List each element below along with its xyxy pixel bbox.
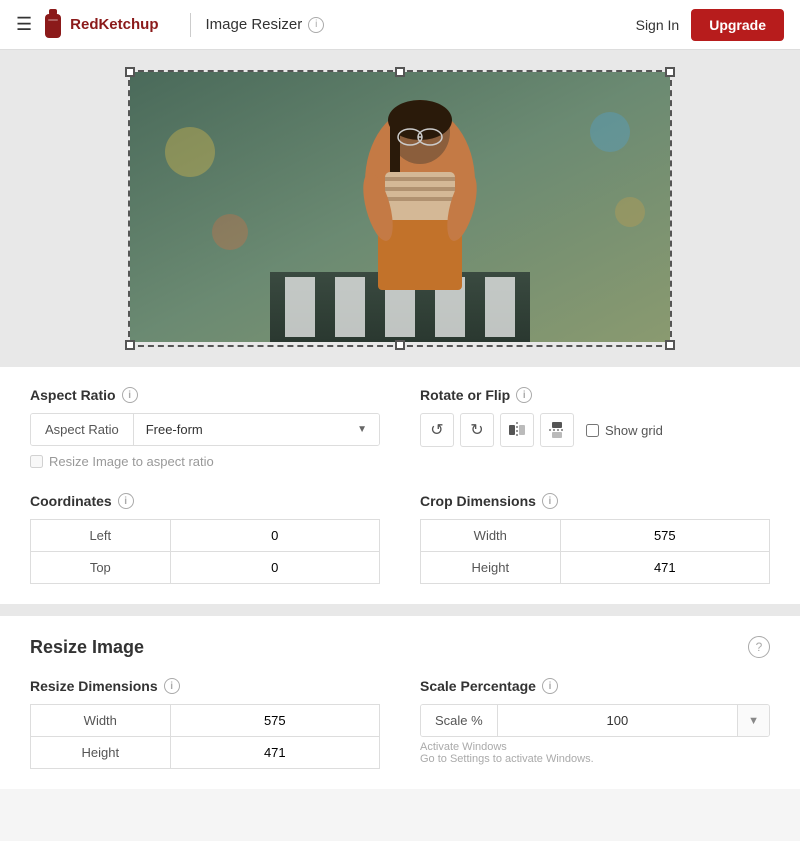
resize-header: Resize Image ? xyxy=(30,636,770,658)
bottle-icon xyxy=(42,9,64,41)
flip-h-icon xyxy=(508,421,526,439)
resize-height-input[interactable] xyxy=(183,745,367,760)
resize-title: Resize Image xyxy=(30,637,144,658)
left-input[interactable] xyxy=(183,528,367,543)
crop-dimensions-table: Width Height xyxy=(420,519,770,584)
rotate-left-button[interactable]: ↺ xyxy=(420,413,454,447)
brand-name: RedKetchup xyxy=(70,16,158,33)
scale-row: Scale % 100 ▼ xyxy=(420,704,770,737)
app-title: Image Resizer xyxy=(205,16,302,33)
rotate-right-button[interactable]: ↻ xyxy=(460,413,494,447)
resize-help-icon[interactable]: ? xyxy=(748,636,770,658)
resize-controls-row: Resize Dimensions i Width Height xyxy=(30,678,770,769)
scale-dropdown-arrow-icon: ▼ xyxy=(748,715,759,727)
scale-value-cell[interactable]: 100 xyxy=(498,705,737,736)
signin-button[interactable]: Sign In xyxy=(636,17,680,33)
flip-v-icon xyxy=(548,421,566,439)
top-value-cell[interactable] xyxy=(170,552,379,584)
scale-percentage-group: Scale Percentage i Scale % 100 ▼ Activat… xyxy=(420,678,770,769)
left-label: Left xyxy=(31,520,171,552)
aspect-ratio-label: Aspect Ratio i xyxy=(30,387,380,403)
aspect-ratio-cell-label: Aspect Ratio xyxy=(31,414,134,445)
flip-vertical-button[interactable] xyxy=(540,413,574,447)
left-row: Left xyxy=(31,520,380,552)
resize-width-value-cell[interactable] xyxy=(170,705,379,737)
coordinates-info-icon[interactable]: i xyxy=(118,493,134,509)
coordinates-group: Coordinates i Left Top xyxy=(30,493,380,584)
dropdown-arrow-icon: ▼ xyxy=(357,424,367,435)
resize-height-label: Height xyxy=(31,737,171,769)
resize-dimensions-info-icon[interactable]: i xyxy=(164,678,180,694)
rotate-flip-info-icon[interactable]: i xyxy=(516,387,532,403)
main-image xyxy=(130,72,670,342)
crop-height-input[interactable] xyxy=(573,560,757,575)
handle-top-mid[interactable] xyxy=(395,67,405,77)
brand-logo: RedKetchup xyxy=(42,9,158,41)
show-grid-row: Show grid xyxy=(586,423,663,438)
rotate-left-icon: ↺ xyxy=(430,420,443,440)
image-container[interactable] xyxy=(128,70,672,347)
scale-dropdown[interactable]: ▼ xyxy=(737,705,769,736)
crop-width-row: Width xyxy=(421,520,770,552)
aspect-ratio-group: Aspect Ratio i Aspect Ratio Free-form ▼ … xyxy=(30,387,380,469)
resize-width-row: Width xyxy=(31,705,380,737)
coordinates-label: Coordinates i xyxy=(30,493,380,509)
menu-icon[interactable]: ☰ xyxy=(16,14,32,35)
left-value-cell[interactable] xyxy=(170,520,379,552)
watermark-text: Activate WindowsGo to Settings to activa… xyxy=(420,741,770,765)
handle-bottom-left[interactable] xyxy=(125,340,135,350)
handle-bottom-right[interactable] xyxy=(665,340,675,350)
top-row: Top xyxy=(31,552,380,584)
crop-height-value-cell[interactable] xyxy=(560,552,769,584)
section-divider xyxy=(0,604,800,616)
resize-height-row: Height xyxy=(31,737,380,769)
crop-dimensions-info-icon[interactable]: i xyxy=(542,493,558,509)
bottom-controls-row: Coordinates i Left Top xyxy=(30,493,770,584)
title-info-icon[interactable]: i xyxy=(308,17,324,33)
aspect-ratio-info-icon[interactable]: i xyxy=(122,387,138,403)
rotate-right-icon: ↻ xyxy=(470,420,483,440)
resize-width-label: Width xyxy=(31,705,171,737)
aspect-ratio-selector: Aspect Ratio Free-form ▼ xyxy=(30,413,380,446)
resize-section: Resize Image ? Resize Dimensions i Width… xyxy=(0,616,800,789)
coordinates-table: Left Top xyxy=(30,519,380,584)
controls-section: Aspect Ratio i Aspect Ratio Free-form ▼ … xyxy=(0,367,800,604)
crop-width-value-cell[interactable] xyxy=(560,520,769,552)
crop-height-label: Height xyxy=(421,552,561,584)
app-header: ☰ RedKetchup Image Resizer i Sign In Upg… xyxy=(0,0,800,50)
rotate-flip-controls: ↺ ↻ xyxy=(420,413,770,447)
crop-width-label: Width xyxy=(421,520,561,552)
handle-bottom-mid[interactable] xyxy=(395,340,405,350)
scale-cell-label: Scale % xyxy=(421,705,498,736)
rotate-flip-label: Rotate or Flip i xyxy=(420,387,770,403)
scale-info-icon[interactable]: i xyxy=(542,678,558,694)
show-grid-checkbox[interactable] xyxy=(586,424,599,437)
aspect-ratio-dropdown[interactable]: Free-form ▼ xyxy=(134,414,379,445)
header-divider xyxy=(190,13,191,37)
resize-dimensions-table: Width Height xyxy=(30,704,380,769)
handle-top-right[interactable] xyxy=(665,67,675,77)
flip-horizontal-button[interactable] xyxy=(500,413,534,447)
rotate-flip-group: Rotate or Flip i ↺ ↻ xyxy=(420,387,770,469)
resize-width-input[interactable] xyxy=(183,713,367,728)
resize-to-aspect-checkbox[interactable] xyxy=(30,455,43,468)
upgrade-button[interactable]: Upgrade xyxy=(691,9,784,41)
resize-dimensions-group: Resize Dimensions i Width Height xyxy=(30,678,380,769)
crop-dimensions-group: Crop Dimensions i Width Height xyxy=(420,493,770,584)
header-actions: Sign In Upgrade xyxy=(636,9,784,41)
app-title-area: Image Resizer i xyxy=(205,16,324,33)
resize-dimensions-label: Resize Dimensions i xyxy=(30,678,380,694)
resize-height-value-cell[interactable] xyxy=(170,737,379,769)
top-controls-row: Aspect Ratio i Aspect Ratio Free-form ▼ … xyxy=(30,387,770,469)
top-input[interactable] xyxy=(183,560,367,575)
image-area xyxy=(0,50,800,367)
crop-width-input[interactable] xyxy=(573,528,757,543)
top-label: Top xyxy=(31,552,171,584)
handle-top-left[interactable] xyxy=(125,67,135,77)
resize-to-aspect-row: Resize Image to aspect ratio xyxy=(30,454,380,469)
crop-height-row: Height xyxy=(421,552,770,584)
scale-percentage-label: Scale Percentage i xyxy=(420,678,770,694)
crop-dimensions-label: Crop Dimensions i xyxy=(420,493,770,509)
